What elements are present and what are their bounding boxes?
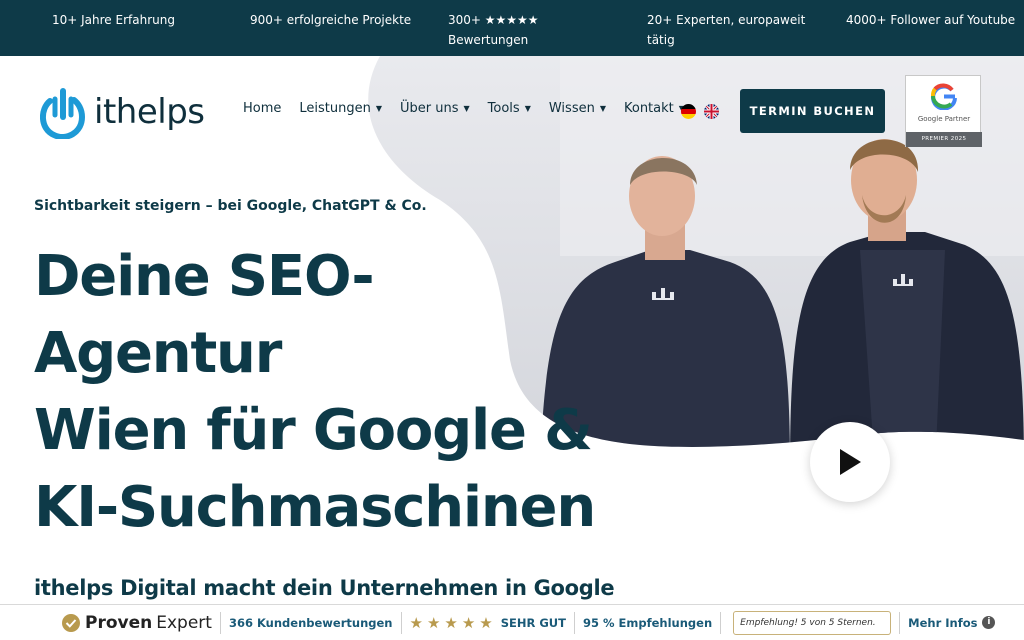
- chevron-down-icon: ▼: [463, 104, 470, 113]
- stat-projects: 900+ erfolgreiche Projekte: [250, 13, 412, 27]
- nav-label: Kontakt: [623, 101, 674, 116]
- main-nav: Home Leistungen ▼ Über uns ▼ Tools ▼ Wissen…: [243, 101, 703, 116]
- review-quote: Empfehlung! 5 von 5 Sternen.: [733, 610, 892, 635]
- google-g-icon: [931, 83, 957, 110]
- nav-wissen[interactable]: Wissen ▼: [549, 101, 606, 116]
- brand-proven: Proven: [85, 612, 153, 633]
- play-icon: [840, 449, 861, 475]
- google-partner-badge[interactable]: Google Partner PREMIER 2025: [905, 75, 982, 147]
- nav-label: Home: [243, 101, 282, 116]
- power-hand-icon: [40, 88, 86, 139]
- nav-ueber-uns[interactable]: Über uns ▼: [400, 101, 470, 116]
- badge-title: Google Partner: [917, 115, 971, 123]
- divider: [899, 611, 901, 634]
- logo[interactable]: ithelps: [40, 84, 220, 140]
- top-stats-bar: 10+ Jahre Erfahrung 900+ erfolgreiche Pr…: [0, 0, 1024, 56]
- de-flag-icon[interactable]: [681, 104, 696, 119]
- provenexpert-logo[interactable]: Proven Expert: [62, 613, 212, 633]
- video-play-button[interactable]: [810, 422, 890, 502]
- uk-flag-icon[interactable]: [704, 104, 719, 119]
- stat-experience: 10+ Jahre Erfahrung: [52, 13, 175, 27]
- nav-label: Tools: [487, 101, 520, 116]
- nav-label: Leistungen: [299, 101, 371, 116]
- nav-tools[interactable]: Tools ▼: [488, 101, 531, 116]
- stat-reviews: 300+ ★★★★★ Bewertungen: [448, 13, 539, 47]
- headline-line: Deine SEO-: [34, 244, 375, 309]
- headline-line: KI-Suchmaschinen: [34, 475, 596, 540]
- language-switcher: [681, 104, 719, 119]
- nav-home[interactable]: Home: [243, 101, 281, 116]
- reviews-count-link[interactable]: 366 Kundenbewertungen: [229, 616, 393, 630]
- brand-expert: Expert: [156, 612, 212, 633]
- chevron-down-icon: ▼: [375, 104, 383, 113]
- hero-intro: ithelps Digital macht dein Unternehmen i…: [34, 576, 615, 600]
- headline-line: Wien für Google &: [34, 398, 593, 463]
- check-seal-icon: [62, 613, 80, 632]
- nav-label: Über uns: [400, 101, 459, 116]
- nav-kontakt[interactable]: Kontakt▼: [624, 101, 685, 116]
- divider: [219, 611, 221, 634]
- info-icon: i: [982, 616, 996, 629]
- more-info-link[interactable]: Mehr Infos i: [908, 615, 996, 630]
- nav-label: Wissen: [548, 101, 595, 116]
- hero-headline: Deine SEO- Agentur Wien für Google & KI-…: [34, 238, 654, 546]
- headline-line: Agentur: [34, 321, 282, 386]
- more-info-label: Mehr Infos: [908, 615, 978, 630]
- provenexpert-bar[interactable]: Proven Expert 366 Kundenbewertungen ★★★★★…: [0, 604, 1024, 640]
- divider: [400, 611, 402, 634]
- stat-followers: 4000+ Follower auf Youtube: [846, 13, 1016, 27]
- nav-leistungen[interactable]: Leistungen ▼: [299, 101, 382, 116]
- hero-subline: Sichtbarkeit steigern – bei Google, Chat…: [34, 198, 427, 214]
- rating-text: SEHR GUT: [500, 615, 566, 630]
- rating-stars: ★★★★★: [409, 613, 497, 632]
- chevron-down-icon: ▼: [524, 104, 531, 113]
- badge-subtitle: PREMIER 2025: [906, 132, 982, 147]
- stat-experts: 20+ Experten, europaweit tätig: [647, 13, 806, 47]
- divider: [574, 611, 575, 634]
- recommendation-rate: 95 % Empfehlungen: [583, 615, 713, 630]
- logo-text: ithelps: [94, 92, 205, 132]
- divider: [720, 611, 722, 634]
- book-appointment-button[interactable]: TERMIN BUCHEN: [740, 89, 885, 133]
- chevron-down-icon: ▼: [599, 104, 606, 113]
